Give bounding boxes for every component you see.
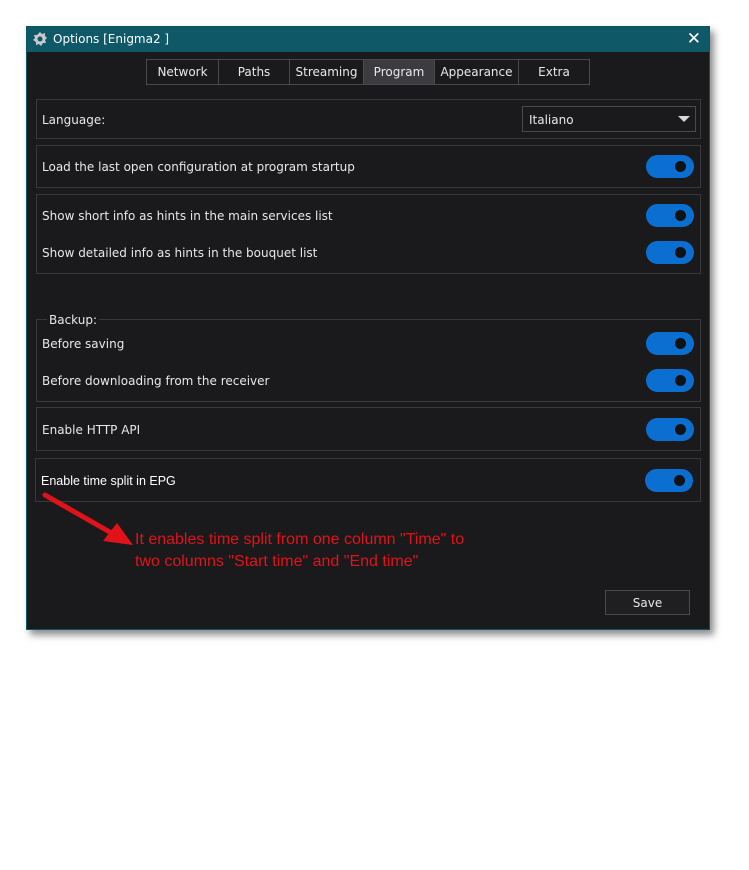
load-last-config-toggle[interactable]: [646, 155, 694, 178]
options-window: Options [Enigma2 ] ✕ Network Paths Strea…: [26, 26, 710, 630]
before-saving-toggle[interactable]: [646, 332, 694, 355]
time-split-label: Enable time split in EPG: [41, 474, 176, 488]
toggle-knob: [674, 475, 685, 486]
save-button[interactable]: Save: [605, 590, 690, 615]
tab-streaming[interactable]: Streaming: [290, 60, 364, 84]
before-saving-label: Before saving: [42, 337, 125, 351]
detailed-info-hints-label: Show detailed info as hints in the bouqu…: [42, 246, 318, 260]
before-downloading-toggle[interactable]: [646, 369, 694, 392]
enigma2-gear-icon: [33, 32, 47, 46]
detailed-info-hints-toggle[interactable]: [646, 241, 694, 264]
short-info-hints-label: Show short info as hints in the main ser…: [42, 209, 333, 223]
toggle-knob: [675, 338, 686, 349]
toggle-knob: [675, 424, 686, 435]
http-api-group: Enable HTTP API: [36, 407, 701, 451]
short-info-hints-toggle[interactable]: [646, 204, 694, 227]
backup-group: Backup: Before saving Before downloading…: [36, 313, 701, 402]
language-select[interactable]: Italiano: [522, 106, 696, 132]
toggle-knob: [675, 247, 686, 258]
before-downloading-label: Before downloading from the receiver: [42, 374, 270, 388]
chevron-down-icon: [678, 116, 690, 122]
tab-program[interactable]: Program: [364, 60, 435, 84]
toggle-knob: [675, 210, 686, 221]
toggle-knob: [675, 161, 686, 172]
language-value: Italiano: [529, 113, 574, 127]
toggle-knob: [675, 375, 686, 386]
tab-extra[interactable]: Extra: [519, 60, 589, 84]
close-icon[interactable]: ✕: [687, 29, 701, 49]
load-last-config-label: Load the last open configuration at prog…: [42, 160, 355, 174]
annotation-line-1: It enables time split from one column "T…: [135, 531, 465, 548]
http-api-toggle[interactable]: [646, 418, 694, 441]
annotation-text: It enables time split from one column "T…: [135, 529, 555, 573]
startup-group: Load the last open configuration at prog…: [36, 145, 701, 188]
http-api-label: Enable HTTP API: [42, 423, 141, 437]
tab-bar: Network Paths Streaming Program Appearan…: [146, 59, 590, 85]
tab-network[interactable]: Network: [147, 60, 219, 84]
tab-paths[interactable]: Paths: [219, 60, 290, 84]
title-bar: Options [Enigma2 ] ✕: [27, 27, 709, 52]
language-label: Language:: [42, 113, 106, 127]
backup-title: Backup:: [47, 313, 100, 327]
tab-appearance[interactable]: Appearance: [435, 60, 519, 84]
arrow-icon: [42, 492, 133, 545]
window-title: Options [Enigma2 ]: [53, 32, 170, 46]
time-split-toggle[interactable]: [645, 469, 693, 492]
hints-group: Show short info as hints in the main ser…: [36, 194, 701, 274]
language-group: Language: Italiano: [36, 99, 701, 139]
annotation-line-2: two columns "Start time" and "End time": [135, 553, 419, 570]
